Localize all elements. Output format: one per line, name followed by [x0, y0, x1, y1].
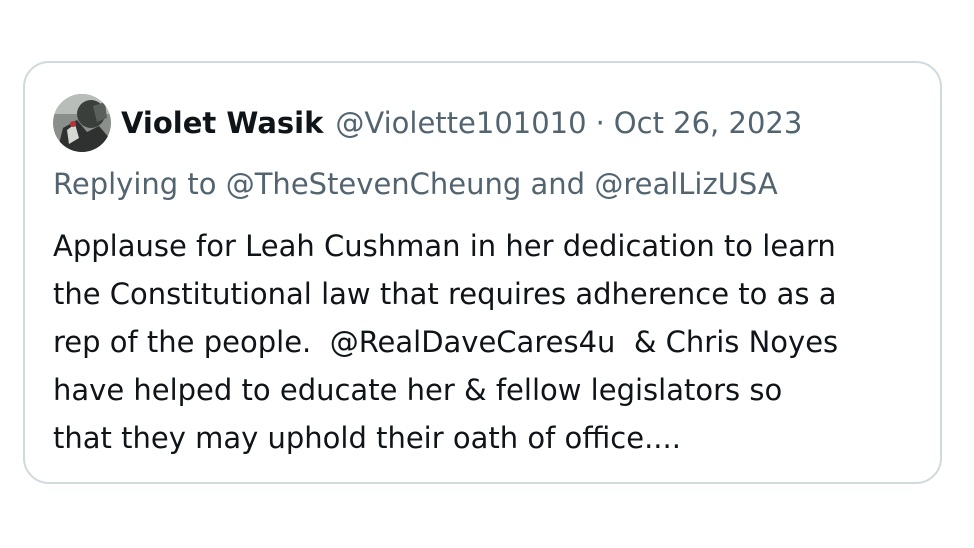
profile-photo-icon [53, 94, 111, 152]
tweet-text-line: have helped to educate her & fellow legi… [53, 373, 783, 407]
reply-mention-1[interactable]: @TheStevenCheung [226, 167, 522, 201]
tweet-header: Violet Wasik @Violette101010 · Oct 26, 2… [53, 92, 802, 154]
tweet-date[interactable]: Oct 26, 2023 [614, 106, 803, 140]
tweet-text-line: the Constitutional law that requires adh… [53, 277, 837, 311]
replying-to: Replying to @TheStevenCheung and @realLi… [53, 167, 778, 201]
replying-to-label: Replying to [53, 167, 217, 201]
tweet-text-line: Applause for Leah Cushman in her dedicat… [53, 229, 836, 263]
replying-to-conjunction: and [530, 167, 586, 201]
avatar[interactable] [53, 94, 111, 152]
tweet-text: Applause for Leah Cushman in her dedicat… [53, 222, 923, 462]
separator-dot: · [595, 106, 605, 140]
tweet-text-line: that they may uphold their oath of offic… [53, 421, 681, 455]
author-handle[interactable]: @Violette101010 [335, 106, 586, 140]
author-name[interactable]: Violet Wasik [121, 106, 323, 140]
tweet-text-line: rep of the people. @RealDaveCares4u & Ch… [53, 325, 839, 359]
reply-mention-2[interactable]: @realLizUSA [594, 167, 777, 201]
tweet-card[interactable]: Violet Wasik @Violette101010 · Oct 26, 2… [23, 61, 942, 484]
